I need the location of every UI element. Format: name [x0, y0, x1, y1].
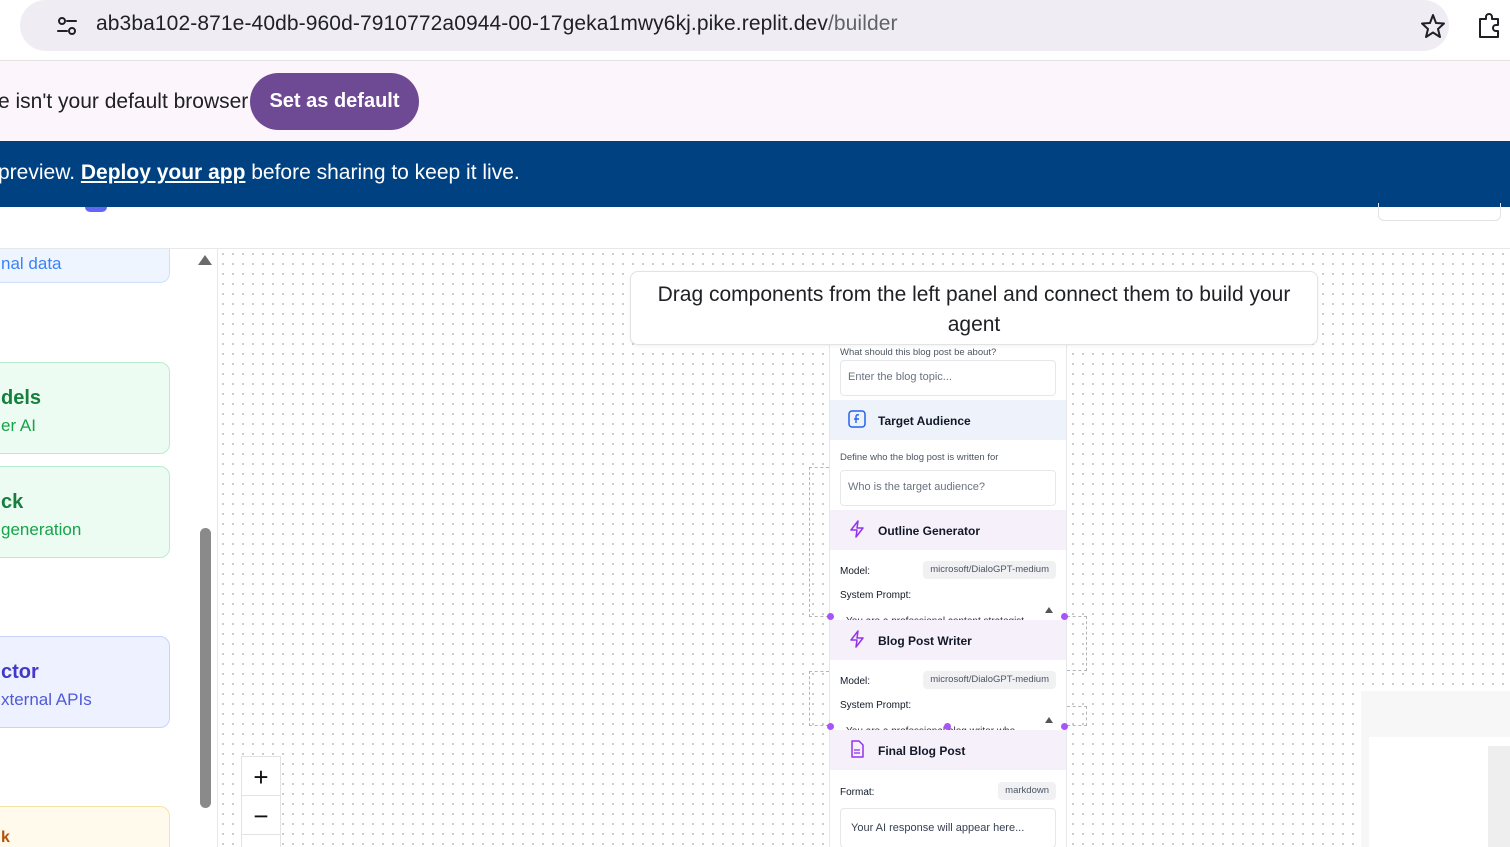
browser-toolbar: ab3ba102-871e-40db-960d-7910772a0944-00-… [0, 0, 1510, 61]
lightning-icon [850, 630, 864, 648]
component-card-subtitle: generation [1, 520, 82, 539]
node-title: Blog Post Writer [878, 634, 972, 648]
extensions-icon[interactable] [1474, 10, 1504, 40]
audience-input[interactable]: Who is the target audience? [840, 470, 1056, 506]
component-card-models[interactable]: dels er AI [0, 362, 170, 454]
node-handle[interactable] [827, 613, 834, 620]
component-card-subtitle: xternal APIs [1, 690, 92, 709]
node-header-blog-post-writer[interactable]: Blog Post Writer [830, 620, 1066, 660]
edge-line [809, 467, 829, 617]
system-prompt-label: System Prompt: [840, 700, 912, 711]
header-action-button[interactable] [1378, 203, 1501, 221]
preview-banner: preview. Deploy your app before sharing … [0, 141, 1510, 207]
edge-line [1067, 706, 1087, 726]
component-card-title: k [1, 829, 10, 846]
banner-prefix: preview. [0, 161, 81, 184]
component-card-output[interactable]: k [0, 806, 170, 847]
node-handle[interactable] [1061, 613, 1068, 620]
zoom-out-button[interactable]: − [242, 797, 280, 835]
scrollbar-thumb[interactable] [200, 528, 211, 808]
zoom-controls: + − [241, 756, 281, 847]
edge-line [809, 671, 829, 726]
minimap-scrollbar[interactable] [1488, 746, 1510, 847]
component-card-connector[interactable]: ctor xternal APIs [0, 636, 170, 728]
system-prompt-label: System Prompt: [840, 590, 912, 601]
topic-input[interactable]: Enter the blog topic... [840, 360, 1056, 396]
node-header-target-audience[interactable]: Target Audience [830, 400, 1066, 440]
builder-canvas[interactable]: What should this blog post be about? Ent… [218, 249, 1510, 847]
bookmark-star-icon[interactable] [1418, 11, 1448, 41]
components-panel: nal data dels er AI ck generation ctor x… [0, 249, 218, 847]
set-as-default-button[interactable]: Set as default [250, 73, 419, 130]
component-card-title: dels [1, 387, 42, 409]
ai-response-output: Your AI response will appear here... [840, 808, 1056, 847]
format-label: Format: [840, 787, 875, 798]
scroll-up-arrow-icon[interactable] [198, 255, 212, 265]
site-settings-icon[interactable] [54, 13, 80, 39]
banner-suffix: before sharing to keep it live. [245, 161, 520, 184]
edge-line [1067, 616, 1087, 671]
agent-node-stack: What should this blog post be about? Ent… [829, 343, 1067, 847]
url-path: /builder [827, 12, 898, 35]
audience-description: Define who the blog post is written for [840, 452, 999, 463]
format-badge: markdown [998, 782, 1056, 800]
node-handle[interactable] [1061, 723, 1068, 730]
document-icon [851, 740, 864, 758]
component-card-stack[interactable]: ck generation [0, 466, 170, 558]
scroll-up-arrow-icon[interactable] [1045, 717, 1053, 723]
lightning-icon [850, 520, 864, 538]
node-title: Outline Generator [878, 524, 981, 538]
node-title: Target Audience [878, 414, 971, 428]
address-bar[interactable]: ab3ba102-871e-40db-960d-7910772a0944-00-… [20, 0, 1449, 51]
node-handle[interactable] [827, 723, 834, 730]
input-node-icon [848, 410, 866, 428]
app-header [0, 203, 1510, 249]
component-card-title: ck [1, 491, 24, 513]
node-header-final-blog-post[interactable]: Final Blog Post [830, 730, 1066, 770]
deploy-app-link[interactable]: Deploy your app [81, 161, 246, 184]
component-card-title: ctor [1, 661, 39, 683]
url-host: ab3ba102-871e-40db-960d-7910772a0944-00-… [96, 12, 828, 35]
node-handle[interactable] [944, 723, 951, 730]
url-text[interactable]: ab3ba102-871e-40db-960d-7910772a0944-00-… [96, 12, 898, 36]
preview-banner-text: preview. Deploy your app before sharing … [0, 161, 520, 185]
model-badge: microsoft/DialoGPT-medium [923, 671, 1056, 689]
zoom-in-button[interactable]: + [242, 758, 280, 796]
model-label: Model: [840, 676, 871, 687]
node-header-outline-generator[interactable]: Outline Generator [830, 510, 1066, 550]
topic-description: What should this blog post be about? [840, 347, 997, 358]
component-card-subtitle: nal data [1, 254, 62, 273]
canvas-hint: Drag components from the left panel and … [630, 271, 1318, 345]
model-badge: microsoft/DialoGPT-medium [923, 561, 1056, 579]
model-label: Model: [840, 566, 871, 577]
component-card-subtitle: er AI [1, 416, 36, 435]
default-browser-infobar: e isn't your default browser Set as defa… [0, 61, 1510, 141]
app-logo [85, 207, 107, 212]
component-card-data[interactable]: nal data [0, 249, 170, 283]
infobar-message: e isn't your default browser [0, 90, 249, 113]
node-title: Final Blog Post [878, 744, 966, 758]
scroll-up-arrow-icon[interactable] [1045, 607, 1053, 613]
